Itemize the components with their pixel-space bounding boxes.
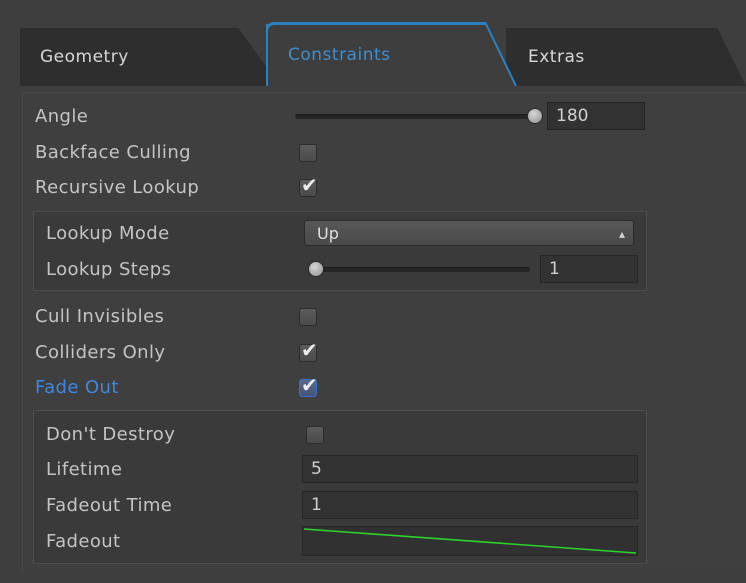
colliders-only-checkbox[interactable]: ✔ xyxy=(299,340,318,362)
tab-extras[interactable]: Extras xyxy=(506,28,746,86)
dont-destroy-row: Don't Destroy xyxy=(34,419,646,449)
cull-invisibles-row: Cull Invisibles xyxy=(23,301,746,331)
lookup-mode-dropdown[interactable]: Up ▴ xyxy=(304,220,634,246)
backface-culling-row: Backface Culling xyxy=(23,137,746,167)
recursive-lookup-label: Recursive Lookup xyxy=(35,176,200,198)
lookup-steps-row: Lookup Steps 1 xyxy=(34,254,646,284)
fadeout-time-label: Fadeout Time xyxy=(46,494,173,516)
backface-culling-checkbox[interactable] xyxy=(299,144,317,162)
angle-row: Angle 180 xyxy=(23,101,746,131)
lifetime-label: Lifetime xyxy=(46,458,123,480)
constraints-panel: Angle 180 Backface Culling Recursive Loo… xyxy=(22,92,746,571)
tab-extras-label: Extras xyxy=(528,47,585,67)
angle-field[interactable]: 180 xyxy=(547,102,645,130)
colliders-only-row: Colliders Only ✔ xyxy=(23,337,746,367)
cull-invisibles-label: Cull Invisibles xyxy=(35,305,165,327)
lifetime-row: Lifetime 5 xyxy=(34,454,646,484)
tab-bar: Geometry Extras Constraints xyxy=(20,18,746,87)
angle-label: Angle xyxy=(35,105,89,127)
cull-invisibles-checkbox[interactable] xyxy=(299,308,317,326)
fade-group: Don't Destroy Lifetime 5 Fadeout Time 1 … xyxy=(33,410,647,564)
recursive-lookup-row: Recursive Lookup ✔ xyxy=(23,172,746,202)
fadeout-curve-label: Fadeout xyxy=(46,530,121,552)
lookup-group: Lookup Mode Up ▴ Lookup Steps 1 xyxy=(33,211,647,291)
dont-destroy-checkbox[interactable] xyxy=(306,426,324,444)
angle-slider-knob[interactable] xyxy=(527,108,543,124)
lookup-mode-label: Lookup Mode xyxy=(46,222,170,244)
fade-out-row: Fade Out ✔ xyxy=(23,372,746,402)
lifetime-field[interactable]: 5 xyxy=(302,455,638,483)
tab-constraints[interactable]: Constraints xyxy=(266,22,516,86)
inspector-window: Geometry Extras Constraints Angle 180 Ba… xyxy=(0,0,746,583)
tab-geometry-label: Geometry xyxy=(40,47,129,67)
fadeout-time-row: Fadeout Time 1 xyxy=(34,490,646,520)
lookup-steps-slider-knob[interactable] xyxy=(308,261,324,277)
lookup-mode-row: Lookup Mode Up ▴ xyxy=(34,218,646,248)
fade-out-label: Fade Out xyxy=(35,376,119,398)
fadeout-curve-field[interactable] xyxy=(302,526,638,556)
tab-constraints-label: Constraints xyxy=(288,45,391,65)
fadeout-curve-row: Fadeout xyxy=(34,526,646,556)
checkmark-icon: ✔ xyxy=(301,173,318,197)
tab-geometry[interactable]: Geometry xyxy=(20,28,280,86)
angle-slider-track[interactable] xyxy=(295,114,535,119)
lookup-steps-field[interactable]: 1 xyxy=(540,255,638,283)
backface-culling-label: Backface Culling xyxy=(35,141,191,163)
checkmark-icon: ✔ xyxy=(301,338,318,362)
updown-arrow-icon: ▴ xyxy=(618,227,625,241)
fade-out-checkbox[interactable]: ✔ xyxy=(299,375,318,397)
lookup-steps-slider-track[interactable] xyxy=(308,267,530,272)
dont-destroy-label: Don't Destroy xyxy=(46,423,176,445)
colliders-only-label: Colliders Only xyxy=(35,341,166,363)
fadeout-time-field[interactable]: 1 xyxy=(302,491,638,519)
recursive-lookup-checkbox[interactable]: ✔ xyxy=(299,175,318,197)
lookup-mode-value: Up xyxy=(317,223,339,243)
lookup-steps-label: Lookup Steps xyxy=(46,258,172,280)
checkmark-icon: ✔ xyxy=(301,373,318,397)
